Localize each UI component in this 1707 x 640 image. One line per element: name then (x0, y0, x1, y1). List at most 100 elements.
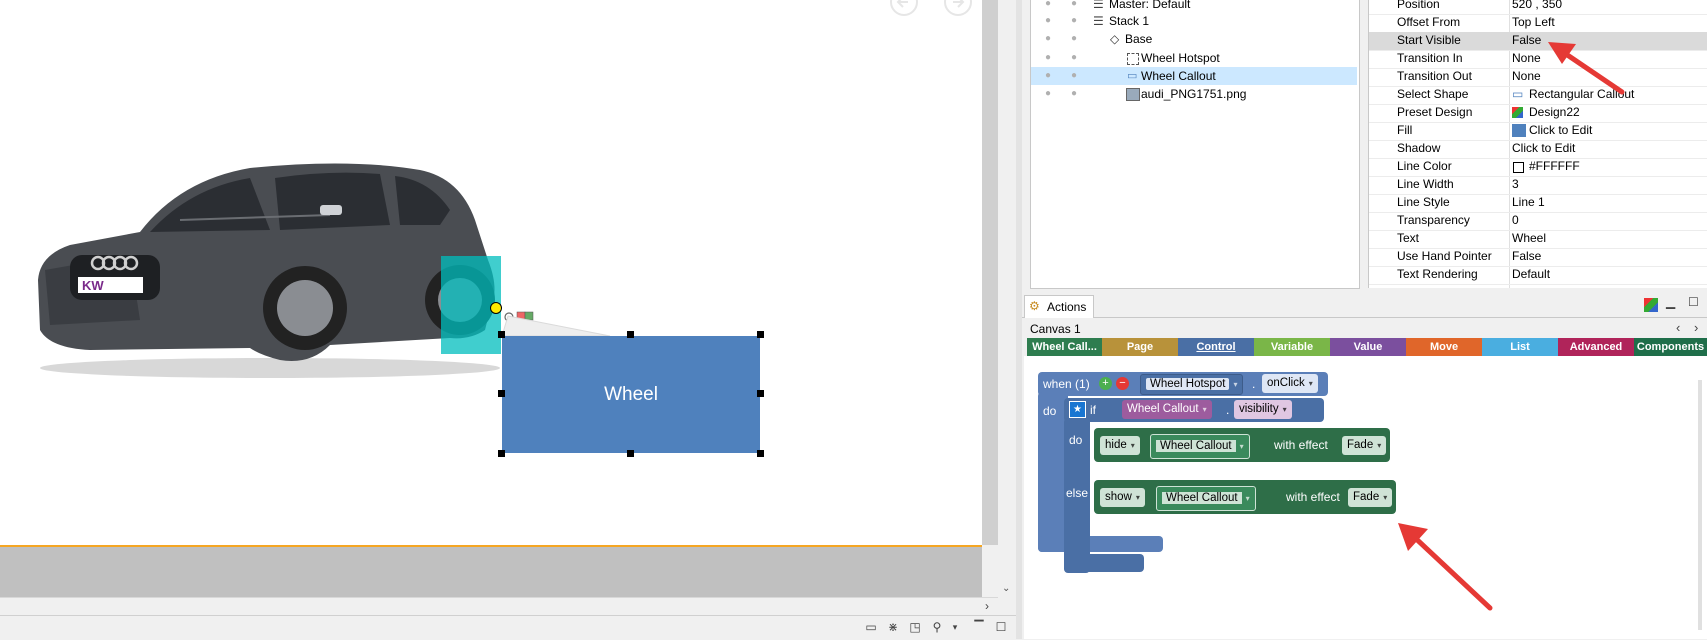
tab-canvas-1[interactable]: Canvas 1 (1030, 322, 1081, 336)
prop-row-transparency[interactable]: Transparency 0 (1369, 212, 1707, 231)
category-list[interactable]: List (1482, 338, 1558, 356)
palette-icon[interactable] (1644, 298, 1658, 312)
tree-item-wheel-hotspot[interactable]: ● ● Wheel Hotspot (1031, 49, 1357, 67)
resize-handle-ne[interactable] (757, 331, 764, 338)
tree-item-stack[interactable]: ● ● ☰ Stack 1 (1031, 12, 1357, 30)
object-tree[interactable]: ● ● ☰ Master: Default ● ● ☰ Stack 1 ● ● ◇ B… (1030, 0, 1360, 289)
prop-row-select-shape[interactable]: Select Shape ▭ Rectangular Callout (1369, 86, 1707, 105)
block-categories: Wheel Call... Page Control Variable Valu… (1027, 338, 1707, 356)
show-target-dropdown[interactable]: Wheel Callout ▾ (1156, 486, 1256, 511)
trigger-event-dropdown[interactable]: onClick ▾ (1262, 374, 1318, 393)
dropdown-arrow-icon[interactable]: ▾ (948, 620, 962, 634)
hide-target-dropdown[interactable]: Wheel Callout ▾ (1150, 434, 1250, 459)
resize-handle-e[interactable] (757, 390, 764, 397)
prop-row-offset-from[interactable]: Offset From Top Left (1369, 14, 1707, 33)
category-value[interactable]: Value (1330, 338, 1406, 356)
prop-row-text-rendering[interactable]: Text Rendering Default (1369, 266, 1707, 285)
editor-vertical-scrollbar[interactable]: ⌄ (998, 0, 1016, 600)
callout-icon: ▭ (1127, 70, 1138, 82)
cond-target-dropdown[interactable]: Wheel Callout ▾ (1122, 400, 1212, 419)
tree-item-base[interactable]: ● ● ◇ Base (1031, 30, 1357, 48)
callout-icon: ▭ (1512, 87, 1524, 101)
maximize-icon[interactable]: ☐ (1688, 295, 1699, 309)
pane-divider[interactable] (1016, 0, 1022, 639)
show-verb-dropdown[interactable]: show ▾ (1100, 488, 1145, 507)
layers-icon: ☰ (1093, 14, 1104, 28)
actions-icon: ⚙ (1029, 299, 1040, 313)
status-bar: ▭ ⋇ ◳ ⚲ ▾ ▔ ☐ (0, 615, 1020, 640)
annotation-arrow-actions (1398, 523, 1493, 611)
category-move[interactable]: Move (1406, 338, 1482, 356)
horizontal-scrollbar[interactable]: › (0, 597, 998, 616)
tree-item-wheel-callout[interactable]: ● ● ▭ Wheel Callout (1031, 67, 1357, 85)
palette-icon (1512, 107, 1523, 118)
canvas-tab-bar: Canvas 1 ‹ › (1024, 320, 1707, 338)
canvas-vertical-scrollbar[interactable] (982, 0, 998, 545)
layout-icon[interactable]: ▭ (864, 620, 878, 634)
workspace-scrollbar[interactable] (1698, 380, 1702, 630)
resize-handle-sw[interactable] (498, 450, 505, 457)
chevron-left-icon[interactable]: ‹ (1676, 320, 1680, 335)
add-icon[interactable]: + (1099, 377, 1112, 390)
prop-row-preset-design[interactable]: Preset Design Design22 (1369, 104, 1707, 123)
category-control[interactable]: Control (1178, 338, 1254, 356)
prop-row-start-visible[interactable]: Start Visible False (1369, 32, 1707, 51)
svg-text:KW: KW (82, 278, 104, 293)
when-block-foot (1038, 536, 1163, 552)
actions-panel-header (1022, 294, 1707, 318)
chevron-right-icon[interactable]: › (1694, 320, 1698, 335)
prop-row-shadow[interactable]: Shadow Click to Edit (1369, 140, 1707, 159)
network-icon[interactable]: ⋇ (886, 620, 900, 634)
resize-handle-s[interactable] (627, 450, 634, 457)
properties-panel[interactable]: Position 520 , 350 Offset From Top Left St… (1368, 0, 1707, 288)
category-variable[interactable]: Variable (1254, 338, 1330, 356)
canvas-offstage (0, 547, 982, 597)
cond-prop-dropdown[interactable]: visibility ▾ (1234, 400, 1292, 419)
car-image[interactable]: KW (30, 160, 510, 385)
resize-handle-nw[interactable] (498, 331, 505, 338)
tree-item-image[interactable]: ● ● audi_PNG1751.png (1031, 85, 1357, 103)
remove-icon[interactable]: − (1116, 377, 1129, 390)
resize-handle-w[interactable] (498, 390, 505, 397)
annotation-arrow-start-visible (1548, 42, 1625, 95)
image-icon (1126, 88, 1140, 101)
tab-actions[interactable]: ⚙ Actions (1024, 295, 1094, 318)
circle-right-arrow-icon[interactable] (942, 0, 974, 18)
category-wheel-callout[interactable]: Wheel Call... (1027, 338, 1102, 356)
prop-row-use-hand-pointer[interactable]: Use Hand Pointer False (1369, 248, 1707, 267)
zoom-icon[interactable]: ⚲ (930, 620, 944, 634)
minimize-icon[interactable]: ▔ (972, 620, 986, 634)
circle-left-arrow-icon[interactable] (888, 0, 920, 18)
resize-handle-n[interactable] (627, 331, 634, 338)
resize-handle-se[interactable] (757, 450, 764, 457)
trigger-target-dropdown[interactable]: Wheel Hotspot ▾ (1140, 374, 1244, 395)
category-advanced[interactable]: Advanced (1558, 338, 1634, 356)
chevron-right-icon[interactable]: › (985, 599, 989, 613)
fill-swatch (1512, 124, 1526, 137)
fit-icon[interactable]: ◳ (908, 620, 922, 634)
prop-row-fill[interactable]: Fill Click to Edit (1369, 122, 1707, 141)
category-page[interactable]: Page (1102, 338, 1178, 356)
chevron-down-icon[interactable]: ⌄ (1002, 583, 1010, 594)
blocks-workspace[interactable]: when (1) + − Wheel Hotspot ▾ . onClick ▾ d… (1024, 356, 1707, 639)
prop-row-transition-out[interactable]: Transition Out None (1369, 68, 1707, 87)
line-color-swatch (1513, 162, 1524, 173)
prop-row-transition-in[interactable]: Transition In None (1369, 50, 1707, 69)
design-canvas[interactable]: KW Wheel (0, 0, 982, 545)
callout-text: Wheel (604, 383, 658, 405)
diamond-icon: ◇ (1110, 32, 1120, 46)
gear-icon[interactable]: ★ (1069, 401, 1086, 418)
if-block-foot (1064, 554, 1144, 572)
hotspot-icon (1127, 53, 1139, 65)
prop-row-line-color[interactable]: Line Color #FFFFFF (1369, 158, 1707, 177)
minimize-icon[interactable]: ▁ (1666, 295, 1675, 309)
hide-effect-dropdown[interactable]: Fade ▾ (1342, 436, 1387, 455)
prop-row-position[interactable]: Position 520 , 350 (1369, 0, 1707, 15)
hide-verb-dropdown[interactable]: hide ▾ (1100, 436, 1140, 455)
show-effect-dropdown[interactable]: Fade ▾ (1348, 488, 1393, 507)
prop-row-text[interactable]: Text Wheel (1369, 230, 1707, 249)
category-components[interactable]: Components (1634, 338, 1707, 356)
prop-row-line-width[interactable]: Line Width 3 (1369, 176, 1707, 195)
maximize-icon[interactable]: ☐ (994, 620, 1008, 634)
prop-row-line-style[interactable]: Line Style Line 1 (1369, 194, 1707, 213)
